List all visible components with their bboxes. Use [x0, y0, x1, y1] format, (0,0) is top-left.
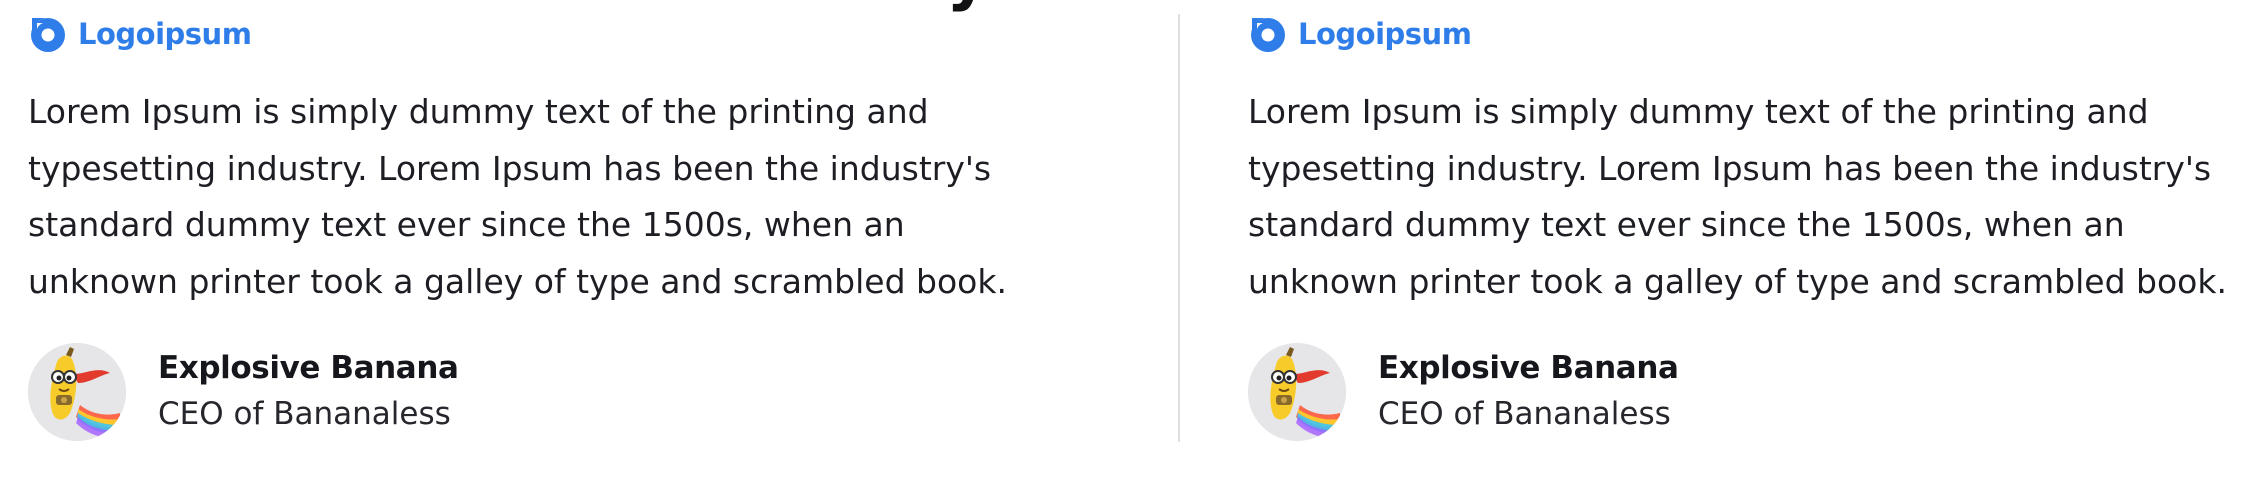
company-logo: Logoipsum	[28, 12, 252, 56]
testimonial-author: Explosive Banana CEO of Bananaless	[1248, 342, 1679, 442]
author-details: Explosive Banana CEO of Bananaless	[1378, 346, 1679, 438]
author-name: Explosive Banana	[158, 350, 459, 386]
testimonial-quote: Lorem Ipsum is simply dummy text of the …	[28, 92, 1007, 301]
logoipsum-logo-icon	[1251, 18, 1285, 52]
testimonial-card: Logoipsum Lorem Ipsum is simply dummy te…	[28, 0, 1048, 480]
superhero-banana-avatar	[1248, 343, 1346, 441]
testimonial-author: Explosive Banana CEO of Bananaless	[28, 342, 459, 442]
author-details: Explosive Banana CEO of Bananaless	[158, 346, 459, 438]
testimonial-carousel: Logoipsum Lorem Ipsum is simply dummy te…	[28, 0, 2248, 480]
card-divider	[1178, 14, 1180, 442]
company-logo: Logoipsum	[1248, 12, 1472, 56]
author-role: CEO of Bananaless	[158, 396, 451, 432]
author-name: Explosive Banana	[1378, 350, 1679, 386]
testimonial-quote: Lorem Ipsum is simply dummy text of the …	[1248, 92, 2227, 301]
logoipsum-logo-icon	[31, 18, 65, 52]
testimonial-card: Logoipsum Lorem Ipsum is simply dummy te…	[1248, 0, 2248, 480]
logo-wordmark: Logoipsum	[78, 17, 252, 51]
superhero-banana-avatar	[28, 343, 126, 441]
logo-wordmark: Logoipsum	[1298, 17, 1472, 51]
author-role: CEO of Bananaless	[1378, 396, 1671, 432]
